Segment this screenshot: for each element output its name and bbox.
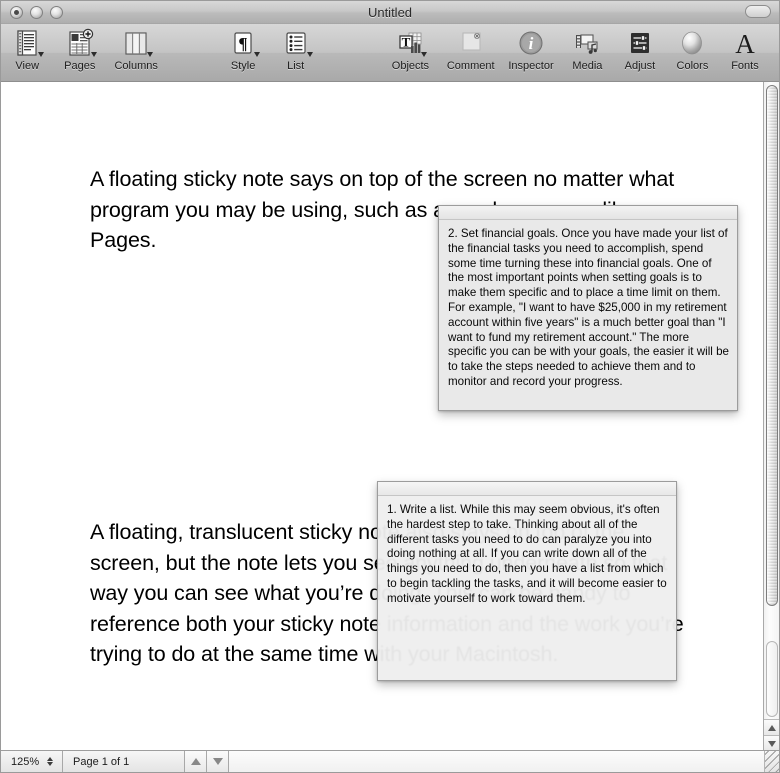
zoom-button[interactable] — [50, 5, 63, 19]
toolbar-label-inspector: Inspector — [508, 60, 554, 72]
window-title-bar: Untitled — [1, 1, 779, 24]
toolbar-label-view: View — [15, 60, 40, 72]
chevron-down-icon[interactable] — [38, 52, 45, 57]
toolbar-item-style[interactable]: ¶ Style — [217, 24, 270, 72]
toolbar-label-list: List — [287, 60, 305, 72]
toolbar-label-media: Media — [572, 60, 603, 72]
objects-icon: T — [395, 27, 428, 59]
triangle-up-icon — [190, 758, 201, 765]
window-controls — [1, 5, 63, 19]
toolbar-item-pages[interactable]: Pages — [54, 24, 107, 72]
page-indicator: Page 1 of 1 — [63, 750, 185, 772]
toolbar-item-list[interactable]: List — [269, 24, 322, 72]
toolbar-item-media[interactable]: Media — [561, 24, 614, 72]
pages-icon — [65, 27, 97, 59]
chevron-down-icon[interactable] — [306, 52, 313, 57]
zoom-stepper[interactable] — [47, 757, 53, 766]
toolbar-label-objects: Objects — [391, 60, 430, 72]
chevron-down-icon[interactable] — [147, 52, 154, 57]
svg-text:T: T — [402, 35, 411, 50]
toolbar-label-adjust: Adjust — [624, 60, 656, 72]
sticky-note-text[interactable]: 2. Set financial goals. Once you have ma… — [439, 220, 737, 398]
toolbar-label-fonts: Fonts — [731, 60, 759, 72]
horizontal-scrollbar[interactable] — [229, 750, 764, 772]
sticky-note-title-bar[interactable] — [439, 206, 737, 220]
svg-text:A: A — [735, 29, 755, 58]
fonts-icon: A — [730, 27, 760, 59]
chevron-down-icon[interactable] — [254, 52, 261, 57]
adjust-icon — [625, 27, 655, 59]
toolbar-label-style: Style — [230, 60, 256, 72]
pages-application-window: Untitled View Pages Columns ¶ Style List… — [0, 0, 780, 773]
zoom-value: 125% — [11, 755, 40, 768]
scroll-down-button[interactable] — [764, 735, 779, 751]
svg-text:¶: ¶ — [239, 34, 248, 53]
previous-page-button[interactable] — [185, 751, 207, 772]
sticky-note-financial-goals[interactable]: 2. Set financial goals. Once you have ma… — [438, 205, 738, 411]
scroll-up-button[interactable] — [764, 719, 779, 735]
triangle-down-icon — [212, 758, 223, 765]
window-resize-grip[interactable] — [764, 751, 779, 772]
window-title: Untitled — [367, 4, 413, 20]
toolbar-item-adjust[interactable]: Adjust — [614, 24, 667, 72]
vertical-scrollbar-thumb[interactable] — [766, 85, 778, 606]
stepper-down-icon[interactable] — [47, 762, 53, 766]
toolbar-label-colors: Colors — [676, 60, 709, 72]
toolbar-item-colors[interactable]: Colors — [666, 24, 719, 72]
triangle-up-icon — [767, 724, 776, 731]
columns-icon — [121, 27, 154, 59]
stepper-up-icon[interactable] — [47, 757, 53, 761]
toolbar-item-fonts[interactable]: A Fonts — [719, 24, 772, 72]
toolbar-toggle-button[interactable] — [745, 5, 771, 18]
toolbar-label-pages: Pages — [64, 60, 96, 72]
page-indicator-label: Page 1 of 1 — [73, 755, 130, 768]
toolbar-label-columns: Columns — [114, 60, 158, 72]
main-toolbar: View Pages Columns ¶ Style List T Object… — [1, 24, 779, 82]
sticky-note-text[interactable]: 1. Write a list. While this may seem obv… — [378, 496, 676, 615]
toolbar-item-columns[interactable]: Columns — [106, 24, 166, 72]
style-icon: ¶ — [228, 27, 261, 59]
toolbar-item-objects[interactable]: T Objects — [380, 24, 440, 72]
sticky-note-write-a-list[interactable]: 1. Write a list. While this may seem obv… — [377, 481, 677, 681]
comment-icon — [456, 27, 486, 59]
colors-icon — [677, 27, 707, 59]
document-canvas[interactable]: A floating sticky note says on top of th… — [1, 82, 779, 751]
svg-text:i: i — [529, 34, 534, 53]
toolbar-item-view[interactable]: View — [1, 24, 54, 72]
minimize-button[interactable] — [30, 5, 43, 19]
chevron-down-icon[interactable] — [421, 52, 428, 57]
media-icon — [572, 27, 602, 59]
vertical-scrollbar[interactable] — [763, 82, 779, 751]
toolbar-item-comment[interactable]: Comment — [441, 24, 501, 72]
next-page-button[interactable] — [207, 751, 229, 772]
document-page[interactable]: A floating sticky note says on top of th… — [1, 82, 779, 751]
close-button[interactable] — [10, 5, 23, 19]
inspector-icon: i — [516, 27, 546, 59]
view-icon — [12, 27, 45, 59]
triangle-down-icon — [767, 740, 776, 747]
toolbar-label-comment: Comment — [446, 60, 495, 72]
chevron-down-icon[interactable] — [90, 52, 97, 57]
status-bar: 125% Page 1 of 1 — [1, 750, 779, 772]
vertical-scrollbar-track[interactable] — [766, 641, 778, 717]
zoom-control[interactable]: 125% — [1, 750, 63, 772]
page-navigation — [185, 751, 229, 772]
sticky-note-title-bar[interactable] — [378, 482, 676, 496]
toolbar-item-inspector[interactable]: i Inspector — [501, 24, 561, 72]
list-icon — [281, 27, 313, 59]
